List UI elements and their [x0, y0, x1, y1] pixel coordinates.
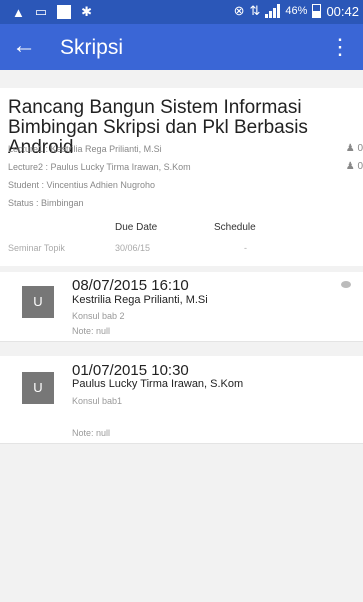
battery-icon: [312, 4, 322, 18]
student-label: Student :: [8, 180, 45, 190]
consultation-note: Note: null: [72, 326, 111, 336]
seminar-schedule: -: [244, 243, 247, 253]
consultation-datetime: 08/07/2015 16:10: [72, 277, 189, 294]
consultation-description: Konsul bab 2: [72, 311, 125, 321]
status-label: Status :: [8, 198, 39, 208]
consultation-note: Note: null: [72, 428, 111, 438]
status-right-icons: ⊗ ⇅ 46% 00:42: [234, 3, 359, 19]
lecturer1-row: Lecture1 : Kestrilia Rega Prilianti, M.S…: [8, 144, 162, 154]
lecturer1-person-icon: ♟ 0: [345, 143, 363, 154]
avatar: U: [22, 286, 54, 318]
seminar-due: 30/06/15: [115, 243, 151, 253]
battery-percent: 46%: [285, 5, 308, 17]
data-icon: ⇅: [249, 3, 261, 18]
avatar: U: [22, 372, 54, 404]
col-schedule-header: Schedule: [214, 222, 256, 233]
clock: 00:42: [326, 3, 359, 19]
seminar-label: Seminar Topik: [8, 243, 65, 253]
more-vert-icon[interactable]: ⋮: [329, 34, 351, 60]
square-icon: [57, 5, 72, 19]
status-value: Bimbingan: [41, 198, 84, 208]
consultation-lecturer: Kestrilia Rega Prilianti, M.Si: [72, 294, 208, 306]
status-bar: ▲ ▭ ✱ ⊗ ⇅ 46% 00:42: [0, 0, 363, 24]
consultation-datetime: 01/07/2015 10:30: [72, 362, 189, 379]
consultation-description: Konsul bab1: [72, 396, 123, 406]
lecturer2-person-icon: ♟ 0: [345, 161, 363, 172]
consultation-item[interactable]: U 08/07/2015 16:10 Kestrilia Rega Prilia…: [0, 272, 363, 342]
notification-icon: ▲: [12, 4, 25, 20]
lecturer1-count: 0: [357, 143, 363, 154]
notification-icon-2: ✱: [81, 4, 93, 19]
lecturer1-label: Lecture1 :: [8, 144, 49, 154]
consultation-item[interactable]: U 01/07/2015 10:30 Paulus Lucky Tirma Ir…: [0, 356, 363, 444]
message-icon: ▭: [34, 4, 48, 19]
arrow-left-icon[interactable]: ←: [12, 32, 36, 60]
lecturer2-label: Lecture2 :: [8, 162, 49, 172]
lecturer2-row: Lecture2 : Paulus Lucky Tirma Irawan, S.…: [8, 162, 191, 172]
student-name: Vincentius Adhien Nugroho: [46, 180, 155, 190]
chat-icon[interactable]: [341, 281, 351, 288]
lecturer2-name: Paulus Lucky Tirma Irawan, S.Kom: [50, 162, 191, 172]
signal-icon: [265, 4, 281, 18]
lecturer1-name: Kestrilia Rega Prilianti, M.Si: [50, 144, 162, 154]
thesis-card: Rancang Bangun Sistem Informasi Bimbinga…: [0, 88, 363, 266]
status-row: Status : Bimbingan: [8, 198, 84, 208]
status-left-icons: ▲ ▭ ✱: [12, 4, 92, 20]
col-due-header: Due Date: [115, 222, 158, 233]
page-title: Skripsi: [60, 36, 124, 59]
app-bar: ← Skripsi ⋮: [0, 24, 363, 70]
lecturer2-count: 0: [357, 161, 363, 172]
do-not-disturb-icon: ⊗: [233, 3, 245, 18]
consultation-lecturer: Paulus Lucky Tirma Irawan, S.Kom: [72, 378, 244, 390]
student-row: Student : Vincentius Adhien Nugroho: [8, 180, 155, 190]
